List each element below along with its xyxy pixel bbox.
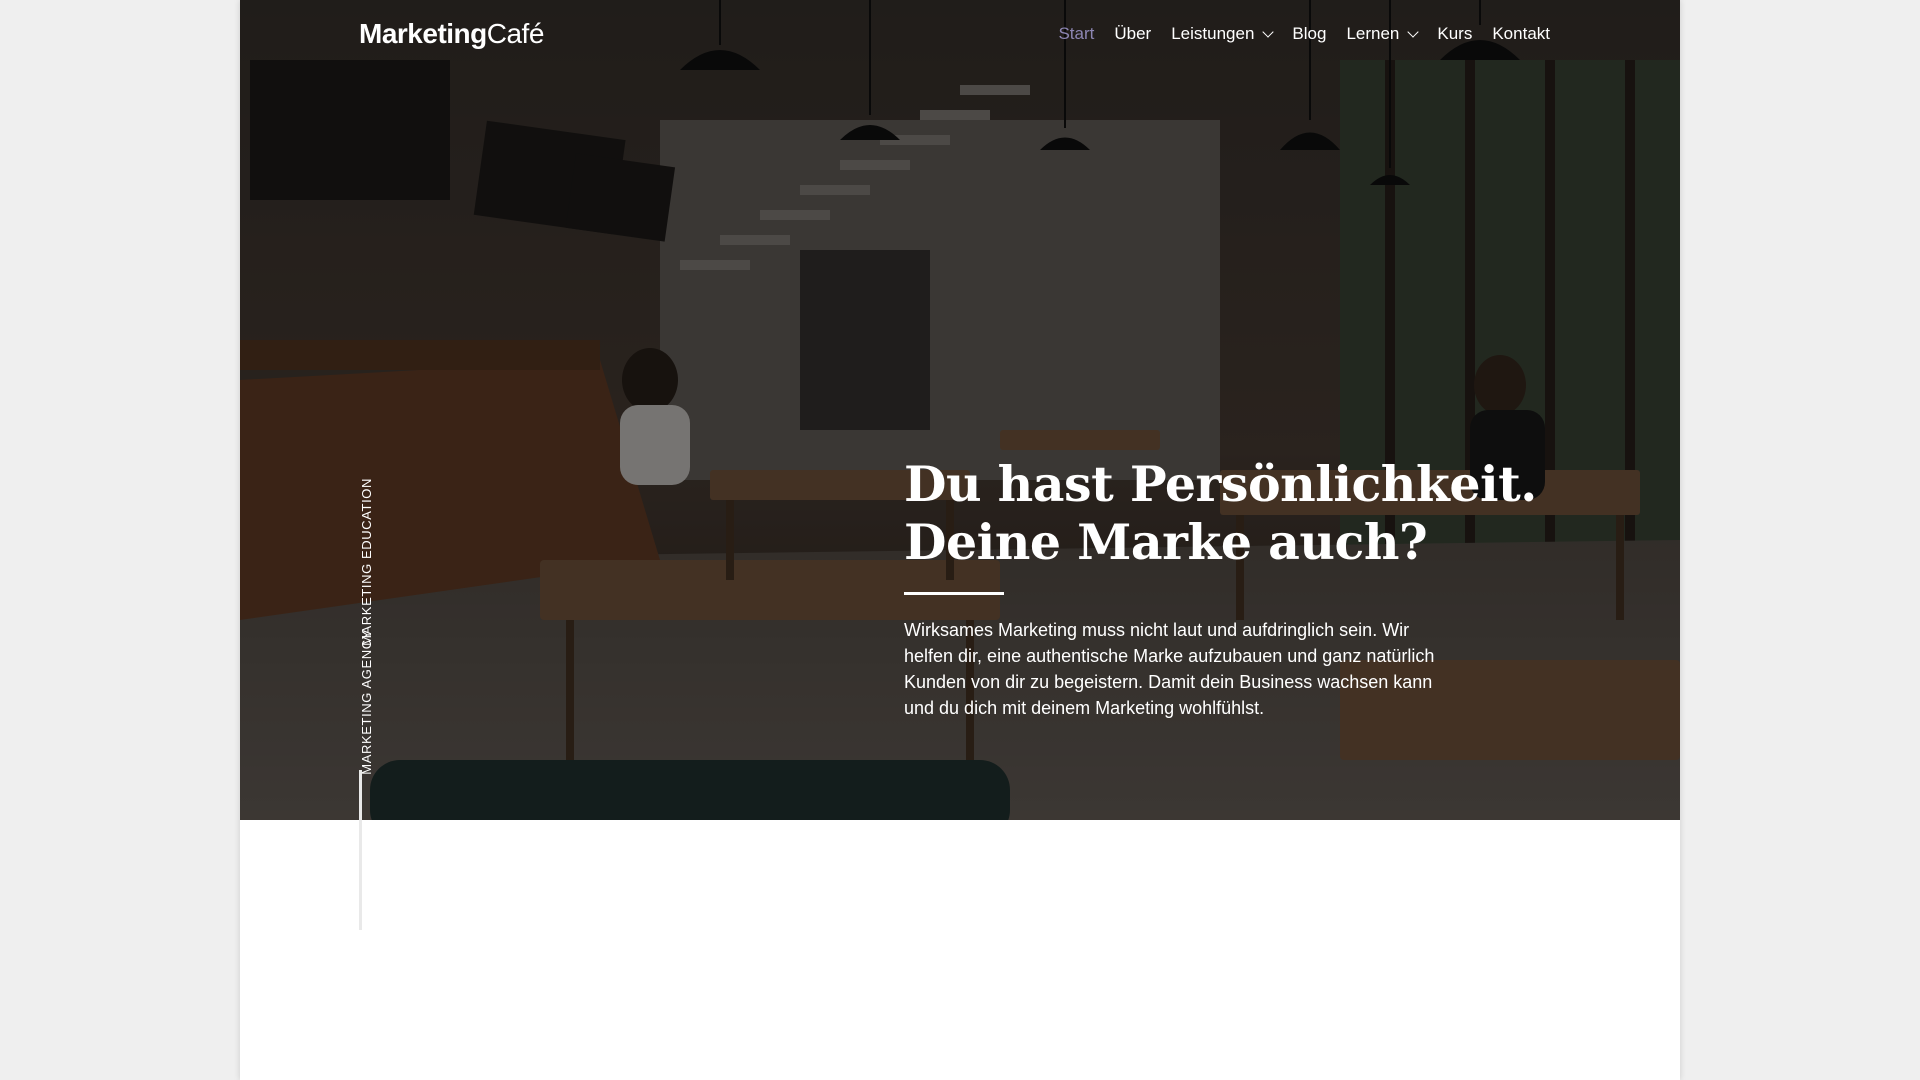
nav-item-lernen[interactable]: Lernen bbox=[1346, 24, 1420, 44]
logo-word-bold: Marketing bbox=[359, 18, 487, 49]
logo-word-light: Café bbox=[486, 18, 545, 49]
vertical-accent-line bbox=[359, 770, 362, 930]
chevron-down-icon bbox=[1262, 25, 1275, 38]
nav-item-leistungen[interactable]: Leistungen bbox=[1171, 24, 1275, 44]
main-navigation: Start Über Leistungen Blog Lernen Kurs K… bbox=[1058, 24, 1550, 44]
brand-logo[interactable]: MarketingCafé bbox=[359, 18, 544, 50]
headline-divider bbox=[904, 592, 1004, 595]
nav-item-start[interactable]: Start bbox=[1058, 24, 1094, 44]
nav-label: Leistungen bbox=[1171, 24, 1255, 43]
nav-label: Start bbox=[1058, 24, 1095, 43]
chevron-down-icon bbox=[1407, 25, 1420, 38]
hero-headline: Du hast Persönlichkeit. Deine Marke auch… bbox=[904, 455, 1544, 571]
side-link-marketing-agency[interactable]: MARKETING AGENCY bbox=[359, 630, 374, 775]
nav-item-kurs[interactable]: Kurs bbox=[1437, 24, 1472, 44]
nav-item-kontakt[interactable]: Kontakt bbox=[1492, 24, 1550, 44]
nav-label: Kontakt bbox=[1492, 24, 1550, 43]
nav-label: Lernen bbox=[1346, 24, 1400, 43]
nav-label: Blog bbox=[1292, 24, 1327, 43]
hero-section: MarketingCafé Start Über Leistungen Blog… bbox=[240, 0, 1680, 820]
nav-item-ueber[interactable]: Über bbox=[1114, 24, 1151, 44]
page-container: MarketingCafé Start Über Leistungen Blog… bbox=[240, 0, 1680, 1080]
nav-label: Über bbox=[1114, 24, 1152, 43]
nav-item-blog[interactable]: Blog bbox=[1292, 24, 1326, 44]
headline-line-1: Du hast Persönlichkeit. bbox=[904, 455, 1537, 513]
headline-line-2: Deine Marke auch? bbox=[904, 513, 1428, 571]
hero-lead-text: Wirksames Marketing muss nicht laut und … bbox=[904, 620, 1435, 718]
nav-label: Kurs bbox=[1437, 24, 1473, 43]
side-link-marketing-education[interactable]: MARKETING EDUCATION bbox=[359, 478, 374, 646]
